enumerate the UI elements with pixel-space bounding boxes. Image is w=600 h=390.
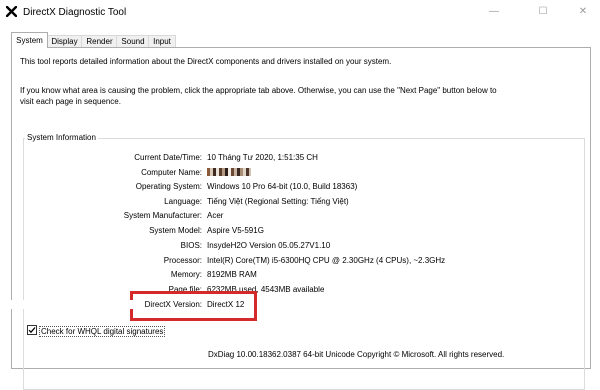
label-memory: Memory: — [170, 270, 202, 279]
intro-text-2: If you know what area is causing the pro… — [20, 86, 497, 95]
value-memory: 8192MB RAM — [207, 270, 257, 279]
tab-system[interactable]: System — [11, 32, 48, 48]
value-processor: Intel(R) Core(TM) i5-6300HQ CPU @ 2.30GH… — [207, 256, 446, 265]
value-directx-version: DirectX 12 — [207, 300, 247, 309]
value-language: Tiếng Việt (Regional Setting: Tiếng Việt… — [207, 197, 349, 206]
checkmark-icon — [28, 327, 36, 334]
maximize-button[interactable]: ☐ — [523, 0, 563, 24]
whql-checkbox-label[interactable]: Check for WHQL digital signatures — [39, 326, 166, 337]
title-bar: DirectX Diagnostic Tool — ☐ ✕ — [0, 0, 600, 24]
value-operating-system: Windows 10 Pro 64-bit (10.0, Build 18363… — [207, 182, 358, 191]
directx-x-icon — [6, 6, 17, 17]
close-button[interactable]: ✕ — [563, 0, 600, 24]
value-current-date-time: 10 Tháng Tư 2020, 1:51:35 CH — [207, 153, 318, 162]
intro-text-3: visit each page in sequence. — [20, 97, 121, 106]
minimize-button[interactable]: — — [474, 0, 514, 24]
label-computer-name: Computer Name: — [141, 168, 202, 177]
value-system-manufacturer: Acer — [207, 211, 224, 220]
intro-text-1: This tool reports detailed information a… — [20, 57, 392, 66]
value-bios: InsydeH2O Version 05.05.27V1.10 — [207, 241, 331, 250]
system-information-title: System Information — [25, 133, 98, 142]
computer-name-redacted — [207, 168, 251, 176]
label-system-manufacturer: System Manufacturer: — [123, 211, 202, 220]
value-system-model: Aspire V5-591G — [207, 226, 264, 235]
label-current-date-time: Current Date/Time: — [134, 153, 202, 162]
whql-checkbox[interactable] — [27, 325, 37, 335]
label-bios: BIOS: — [180, 241, 202, 250]
label-language: Language: — [164, 197, 202, 206]
label-directx-version: DirectX Version: — [0, 300, 202, 309]
version-footer: DxDiag 10.00.18362.0387 64-bit Unicode C… — [208, 350, 505, 359]
label-operating-system: Operating System: — [135, 182, 202, 191]
window-title: DirectX Diagnostic Tool — [23, 7, 127, 18]
label-processor: Processor: — [163, 256, 202, 265]
label-system-model: System Model: — [149, 226, 202, 235]
